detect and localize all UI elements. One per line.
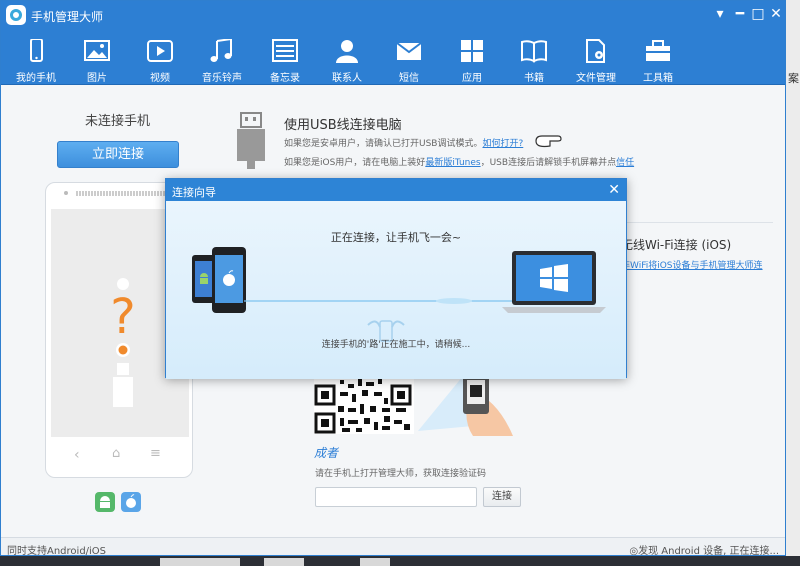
video-icon <box>147 40 173 62</box>
verification-code-input[interactable] <box>315 487 477 507</box>
how-to-open-link[interactable]: 如何打开? <box>482 139 523 149</box>
status-bar: 同时支持Android/iOS ◎发现 Android 设备, 正在连接... <box>1 537 785 556</box>
connect-now-button[interactable]: 立即连接 <box>57 141 179 168</box>
connecting-message: 正在连接，让手机飞一会~ <box>330 231 462 244</box>
music-icon <box>210 39 232 62</box>
tab-file-manage[interactable]: 文件管理 <box>566 29 626 85</box>
tab-books[interactable]: 书籍 <box>504 29 564 85</box>
tab-contacts[interactable]: 联系人 <box>317 29 377 85</box>
home-key-icon[interactable]: ⌂ <box>112 446 120 461</box>
apps-icon <box>461 40 483 62</box>
phone-camera-dot <box>64 191 68 195</box>
tab-label: 书籍 <box>524 73 544 84</box>
usb-title: 使用USB线连接电脑 <box>284 118 402 133</box>
minimize-button[interactable]: ━ <box>731 5 749 23</box>
usb-android-text: 如果您是安卓用户，请确认已打开USB调试模式。 <box>284 139 483 149</box>
hand-scanning-icon <box>418 376 513 436</box>
tab-my-phone[interactable]: 我的手机 <box>6 29 66 85</box>
dialog-body: 正在连接，让手机飞一会~ 连接手机的'路'正在施工中，请稍候... <box>166 201 626 379</box>
tab-sms[interactable]: 短信 <box>379 29 439 85</box>
usb-ios-text: 如果您是iOS用户，请在电脑上装好 <box>284 158 426 168</box>
phone-icon <box>30 39 43 62</box>
background-text-fragment: 案" <box>788 72 800 85</box>
connection-wizard-dialog: 连接向导 ✕ 正在连接，让手机飞一会~ 连接手机的'路'正在施工中，请稍候... <box>165 178 627 379</box>
tab-label: 音乐铃声 <box>202 73 242 84</box>
dialog-title-bar: 连接向导 ✕ <box>166 179 626 201</box>
contact-icon <box>336 40 358 63</box>
tab-toolbox[interactable]: 工具箱 <box>628 29 688 85</box>
background-window-edge: 案" <box>786 0 800 556</box>
tab-label: 短信 <box>399 73 419 84</box>
trust-link[interactable]: 信任 <box>616 158 634 168</box>
taskbar-strip <box>0 556 800 566</box>
qr-code-icon <box>314 376 414 434</box>
tab-pictures[interactable]: 图片 <box>67 29 127 85</box>
wifi-title: 无线Wi-Fi连接 (iOS) <box>621 238 732 252</box>
picture-icon <box>84 40 110 61</box>
dialog-close-button[interactable]: ✕ <box>608 181 620 199</box>
status-right: ◎发现 Android 设备, 正在连接... <box>629 546 779 556</box>
apple-icon <box>121 492 141 512</box>
tab-label: 应用 <box>462 73 482 84</box>
connection-status: 未连接手机 <box>85 114 151 129</box>
back-key-icon[interactable]: ‹ <box>74 447 80 463</box>
itunes-link[interactable]: 最新版iTunes <box>425 158 480 168</box>
dialog-title: 连接向导 <box>172 186 216 199</box>
success-label: 成者 <box>314 446 339 460</box>
sms-icon <box>396 42 422 60</box>
maximize-button[interactable]: □ <box>749 5 767 23</box>
app-window: 手机管理大师 ▾ ━ □ ✕ 我的手机 图片 视频 音乐铃声 备忘录 联系人 短… <box>0 0 786 556</box>
usb-android-hint: 如果您是安卓用户，请确认已打开USB调试模式。如何打开? <box>284 136 523 149</box>
code-hint: 请在手机上打开管理大师，获取连接验证码 <box>315 469 487 479</box>
tab-music[interactable]: 音乐铃声 <box>192 29 252 85</box>
tab-video[interactable]: 视频 <box>130 29 190 85</box>
menu-key-icon[interactable]: ≡ <box>150 446 161 461</box>
title-bar: 手机管理大师 ▾ ━ □ ✕ <box>1 1 785 29</box>
status-left: 同时支持Android/iOS <box>7 546 107 556</box>
usb-ios-hint: 如果您是iOS用户，请在电脑上装好最新版iTunes，USB连接后请解锁手机屏幕… <box>284 155 634 168</box>
android-icon <box>95 492 115 512</box>
phones-icon <box>192 247 246 313</box>
usb-ios-text-rest: ，USB连接后请解锁手机屏幕并点 <box>480 158 617 168</box>
taskbar-item <box>160 558 240 566</box>
wifi-description-link[interactable]: 非WiFi将iOS设备与手机管理大师连 <box>621 258 763 271</box>
file-manage-icon <box>586 39 605 63</box>
laptop-windows-icon <box>502 251 606 313</box>
usb-cable-icon <box>237 112 265 169</box>
app-logo-icon <box>6 5 26 25</box>
disconnected-usb-icon: ? <box>110 278 136 407</box>
tab-apps[interactable]: 应用 <box>442 29 502 85</box>
tab-label: 视频 <box>150 73 170 84</box>
toolbox-icon <box>646 40 670 61</box>
connecting-submessage: 连接手机的'路'正在施工中，请稍候... <box>321 340 471 350</box>
menu-dropdown-icon[interactable]: ▾ <box>711 5 729 23</box>
taskbar-item <box>264 558 304 566</box>
tab-label: 图片 <box>87 73 107 84</box>
tab-label: 文件管理 <box>576 73 616 84</box>
tab-memo[interactable]: 备忘录 <box>255 29 315 85</box>
pointing-hand-icon <box>535 135 562 148</box>
tab-label: 联系人 <box>332 73 362 84</box>
svg-text:?: ? <box>110 289 135 345</box>
main-toolbar: 我的手机 图片 视频 音乐铃声 备忘录 联系人 短信 应用 书籍 文件管理 工具… <box>1 29 785 85</box>
memo-icon <box>272 39 298 62</box>
window-title: 手机管理大师 <box>31 10 104 24</box>
tab-label: 工具箱 <box>643 73 673 84</box>
tab-label: 我的手机 <box>16 73 56 84</box>
taskbar-item <box>360 558 390 566</box>
book-icon <box>521 40 547 63</box>
code-connect-button[interactable]: 连接 <box>483 487 521 507</box>
tab-label: 备忘录 <box>270 73 300 84</box>
phone-speaker <box>76 191 168 196</box>
close-button[interactable]: ✕ <box>767 5 785 23</box>
connection-beam-line <box>244 298 514 304</box>
